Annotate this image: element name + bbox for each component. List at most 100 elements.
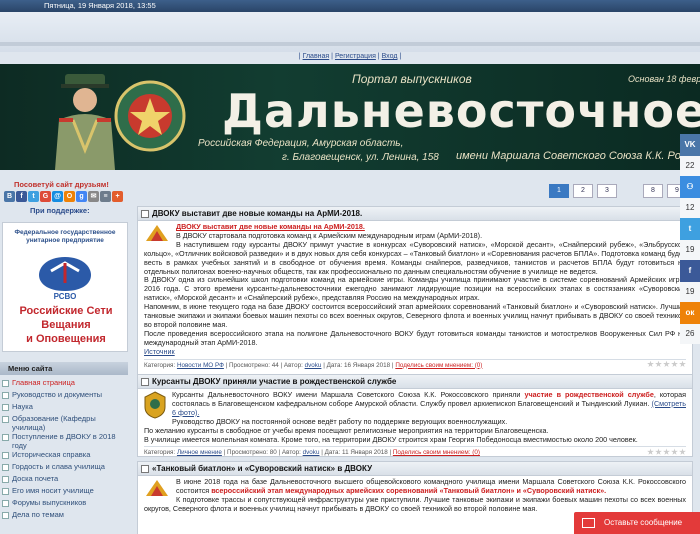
address-line-1: Российская Федерация, Амурская область, bbox=[198, 138, 404, 149]
article-2-text-1: Курсанты Дальневосточного ВОКУ имени Мар… bbox=[172, 390, 521, 399]
main-content: 12389 ДВОКУ выставит две новые команды н… bbox=[137, 182, 693, 534]
site-title: Дальневосточное ВОКУ bbox=[222, 84, 700, 138]
register-link[interactable]: Регистрация bbox=[335, 53, 376, 60]
social-share-icon[interactable]: В bbox=[4, 191, 15, 202]
rsvo-abbr: РСВО bbox=[54, 292, 77, 301]
menu-header: Меню сайта bbox=[0, 362, 128, 375]
address-line-2: г. Благовещенск, ул. Ленина, 158 bbox=[282, 152, 439, 163]
bullet-icon bbox=[2, 500, 9, 507]
share-count: 19 bbox=[680, 282, 700, 302]
leave-message-label: Оставьте сообщение bbox=[604, 518, 683, 527]
menu-item[interactable]: Историческая справка bbox=[0, 450, 128, 462]
meta-category-link[interactable]: Новости МО РФ bbox=[177, 362, 224, 369]
article-1-p5: После проведения всероссийского этапа на… bbox=[144, 328, 686, 347]
social-share-icon[interactable]: О bbox=[64, 191, 75, 202]
menu-item-label: Наука bbox=[12, 402, 33, 411]
left-sidebar: Посоветуй сайт друзьям! Вf t G @ Оg ✉ ≡ + При п… bbox=[0, 176, 128, 534]
menu-item[interactable]: Гордость и слава училища bbox=[0, 462, 128, 474]
article-1: ДВОКУ выставит две новые команды на АрМИ… bbox=[137, 206, 693, 379]
top-bar: Пятница, 19 Января 2018, 13:55 bbox=[0, 0, 700, 12]
article-1-p2: В наступившем году курсанты ДВОКУ примут… bbox=[144, 239, 686, 276]
article-2: Курсанты ДВОКУ приняли участие в рождест… bbox=[137, 374, 693, 457]
envelope-icon bbox=[582, 518, 595, 528]
page-link[interactable]: 1 bbox=[549, 184, 569, 198]
article-3-emblem-icon bbox=[146, 480, 168, 496]
article-3-title[interactable]: «Танковый биатлон» и «Суворовский натиск… bbox=[152, 464, 372, 473]
article-1-p4: Напомним, в июне текущего года на базе Д… bbox=[144, 302, 686, 329]
social-share-icon[interactable]: g bbox=[76, 191, 87, 202]
marshal-caption: имени Маршала Советского Союза К.К. Роко… bbox=[456, 150, 700, 162]
bullet-icon bbox=[2, 392, 9, 399]
menu-item[interactable]: Доска почета bbox=[0, 474, 128, 486]
meta-author-link[interactable]: dvoku bbox=[305, 362, 322, 369]
share-network-button[interactable]: ⚇ bbox=[680, 176, 700, 198]
meta-category-label: Категория: bbox=[144, 449, 176, 457]
page-link[interactable]: 3 bbox=[597, 184, 617, 198]
founded-caption: Основан 18 февраля bbox=[628, 74, 700, 84]
social-share-icon[interactable]: f bbox=[16, 191, 27, 202]
menu-item[interactable]: Его имя носит училище bbox=[0, 486, 128, 498]
login-link[interactable]: Вход bbox=[382, 53, 398, 60]
menu-item[interactable]: Наука bbox=[0, 402, 128, 414]
article-1-body: ДВОКУ выставит две новые команды на АрМИ… bbox=[138, 221, 692, 357]
share-network-button[interactable]: ок bbox=[680, 302, 700, 324]
support-caption: При поддержке: bbox=[30, 206, 90, 215]
social-share-icon[interactable]: t bbox=[28, 191, 39, 202]
social-share-icon[interactable]: ✉ bbox=[88, 191, 99, 202]
article-3-body: В июне 2018 года на базе Дальневосточног… bbox=[138, 476, 692, 514]
current-date: Пятница, 19 Января 2018, 13:55 bbox=[44, 1, 156, 10]
article-1-source-link[interactable]: Источник bbox=[144, 347, 175, 356]
sponsor-line-1: Российские Сети bbox=[19, 305, 113, 317]
social-share-icon[interactable]: G bbox=[40, 191, 51, 202]
menu-item[interactable]: Руководство и документы bbox=[0, 390, 128, 402]
soldier-figure-icon bbox=[55, 74, 115, 170]
menu-item-label: Главная страница bbox=[12, 378, 75, 387]
floating-share-panel: VK 22 ⚇ 12 t 19 f 19 ок 26 bbox=[680, 134, 700, 344]
share-count: 12 bbox=[680, 198, 700, 218]
meta-author-link[interactable]: dvoku bbox=[303, 449, 320, 456]
social-share-icon[interactable]: @ bbox=[52, 191, 63, 202]
menu-item-label: Гордость и слава училища bbox=[12, 462, 105, 471]
menu-item[interactable]: Дела по темам bbox=[0, 510, 128, 522]
top-links: | Главная | Регистрация | Вход | bbox=[298, 53, 402, 60]
meta-date: | Дата: 11 Января 2018 | bbox=[321, 449, 392, 457]
page-link[interactable]: 8 bbox=[643, 184, 663, 198]
share-count: 19 bbox=[680, 240, 700, 260]
menu-item-label: Доска почета bbox=[12, 474, 59, 483]
site-menu: Главная страница Руководство и документы Н… bbox=[0, 378, 128, 522]
bullet-icon bbox=[2, 464, 9, 471]
social-share-bar: Вf t G @ Оg ✉ ≡ + bbox=[4, 191, 123, 202]
article-2-meta: Категория: Личное мнение | Просмотрено: … bbox=[144, 446, 686, 457]
menu-item[interactable]: Поступление в ДВОКУ в 2018 году bbox=[0, 432, 128, 450]
toggle-icon[interactable] bbox=[141, 465, 149, 473]
page-link[interactable]: 2 bbox=[573, 184, 593, 198]
site-banner: Портал выпускников Основан 18 февраля Да… bbox=[0, 64, 700, 170]
toggle-icon[interactable] bbox=[141, 210, 149, 218]
rating-stars[interactable] bbox=[647, 360, 686, 368]
article-3-text-2: К подготовке трассы и сопутствующей инфр… bbox=[144, 494, 686, 513]
home-link[interactable]: Главная bbox=[303, 53, 330, 60]
meta-category-link[interactable]: Личное мнение bbox=[177, 449, 222, 456]
menu-item[interactable]: Главная страница bbox=[0, 378, 128, 390]
article-2-title[interactable]: Курсанты ДВОКУ приняли участие в рождест… bbox=[152, 377, 396, 386]
menu-item[interactable]: Образование (Кафедры училища) bbox=[0, 414, 128, 432]
article-2-highlight: участие в рождественской службе bbox=[524, 390, 654, 399]
sponsor-banner[interactable]: Федеральное государственное унитарное пр… bbox=[2, 222, 128, 352]
meta-category-label: Категория: bbox=[144, 361, 176, 369]
article-1-title[interactable]: ДВОКУ выставит две новые команды на АрМИ… bbox=[152, 209, 362, 218]
share-opinion-link[interactable]: Поделись своим мнением: (0) bbox=[393, 449, 480, 456]
share-opinion-link[interactable]: Поделись своим мнением: (0) bbox=[395, 362, 482, 369]
menu-item-label: Дела по темам bbox=[12, 510, 64, 519]
share-count: 26 bbox=[680, 324, 700, 344]
share-network-button[interactable]: t bbox=[680, 218, 700, 240]
meta-views: | Просмотрено: 80 | Автор: bbox=[223, 449, 301, 457]
social-share-icon[interactable]: ≡ bbox=[100, 191, 111, 202]
toggle-icon[interactable] bbox=[141, 378, 149, 386]
rating-stars[interactable] bbox=[647, 448, 686, 455]
leave-message-button[interactable]: Оставьте сообщение bbox=[574, 512, 700, 534]
share-network-button[interactable]: VK bbox=[680, 134, 700, 156]
article-3-header: «Танковый биатлон» и «Суворовский натиск… bbox=[138, 462, 692, 476]
social-share-icon[interactable]: + bbox=[112, 191, 123, 202]
share-network-button[interactable]: f bbox=[680, 260, 700, 282]
menu-item[interactable]: Форумы выпускников bbox=[0, 498, 128, 510]
